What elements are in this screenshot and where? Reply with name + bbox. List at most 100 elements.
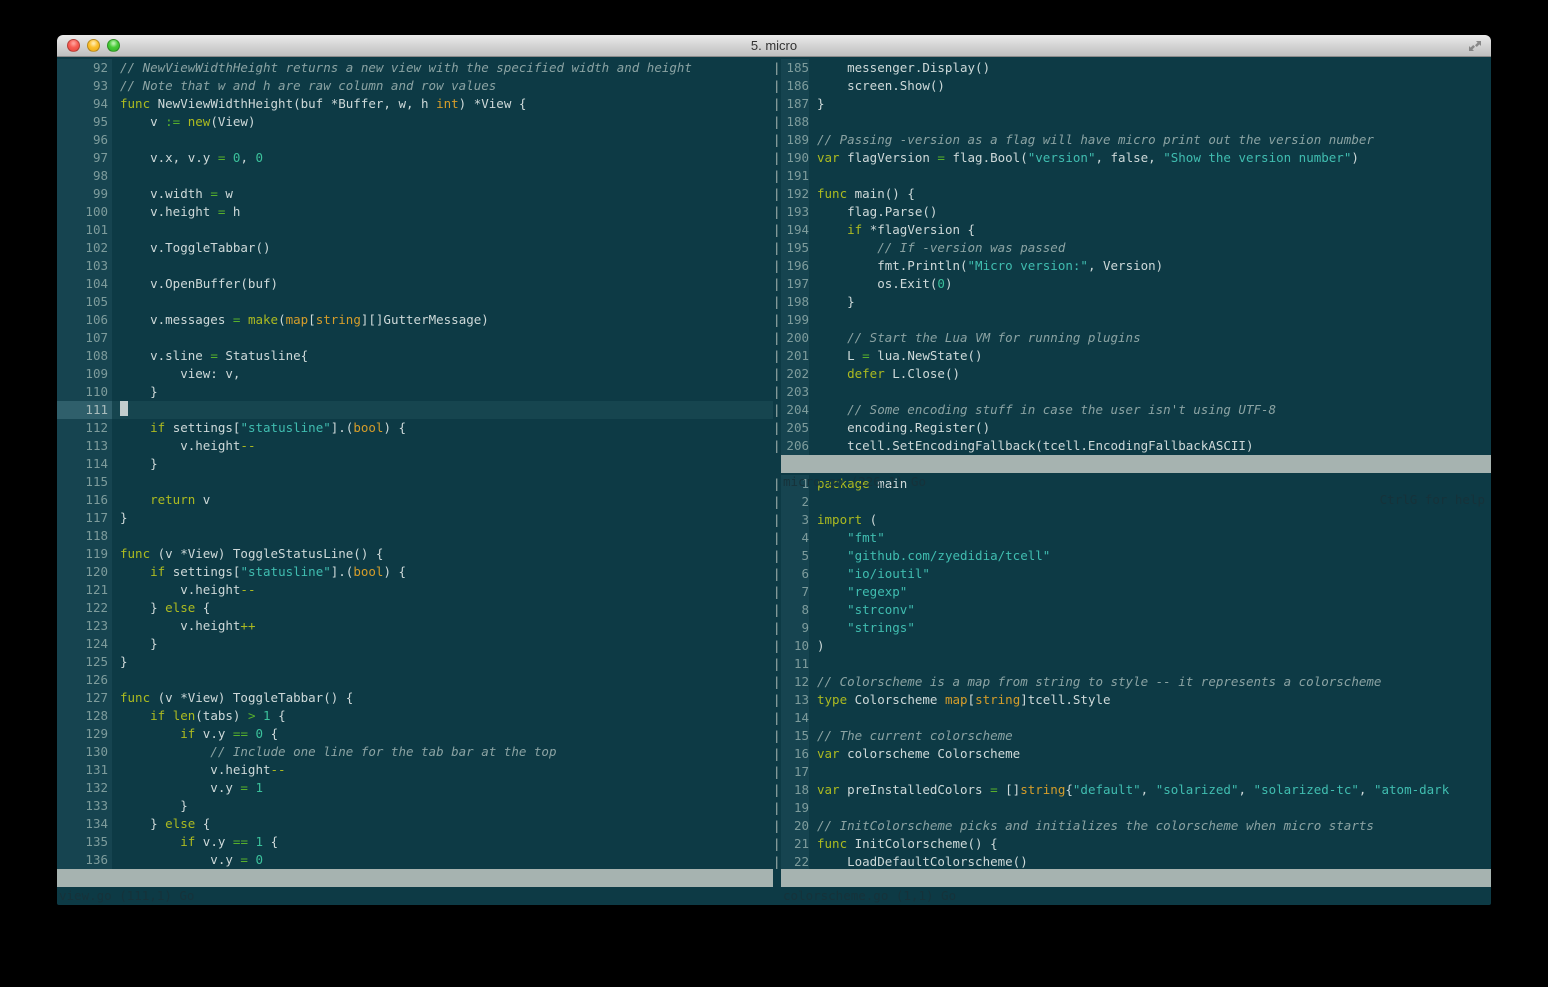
code-line[interactable]: |200 // Start the Lua VM for running plu… xyxy=(773,329,1491,347)
code-line[interactable]: |195 // If -version was passed xyxy=(773,239,1491,257)
code-text: } else { xyxy=(120,815,773,833)
code-line[interactable]: 116 return v xyxy=(57,491,773,509)
code-line[interactable]: |205 encoding.Register() xyxy=(773,419,1491,437)
split-divider: | xyxy=(773,185,781,203)
code-line[interactable]: |202 defer L.Close() xyxy=(773,365,1491,383)
code-line[interactable]: |203 xyxy=(773,383,1491,401)
code-line[interactable]: 112 if settings["statusline"].(bool) { xyxy=(57,419,773,437)
code-line[interactable]: 126 xyxy=(57,671,773,689)
code-line[interactable]: 111 xyxy=(57,401,773,419)
code-line[interactable]: 107 xyxy=(57,329,773,347)
split-divider: | xyxy=(773,419,781,437)
code-line[interactable]: 114 } xyxy=(57,455,773,473)
pane-micro-go[interactable]: |185 messenger.Display()|186 screen.Show… xyxy=(773,57,1491,455)
code-line[interactable]: 92// NewViewWidthHeight returns a new vi… xyxy=(57,59,773,77)
code-line[interactable]: 122 } else { xyxy=(57,599,773,617)
code-line[interactable]: |188 xyxy=(773,113,1491,131)
code-line[interactable]: 101 xyxy=(57,221,773,239)
code-line[interactable]: |4 "fmt" xyxy=(773,529,1491,547)
code-line[interactable]: |198 } xyxy=(773,293,1491,311)
code-line[interactable]: |185 messenger.Display() xyxy=(773,59,1491,77)
code-line[interactable]: |197 os.Exit(0) xyxy=(773,275,1491,293)
code-line[interactable]: 117} xyxy=(57,509,773,527)
code-line[interactable]: |18var preInstalledColors = []string{"de… xyxy=(773,781,1491,799)
code-line[interactable]: 134 } else { xyxy=(57,815,773,833)
code-line[interactable]: 104 v.OpenBuffer(buf) xyxy=(57,275,773,293)
code-line[interactable]: |16var colorscheme Colorscheme xyxy=(773,745,1491,763)
code-line[interactable]: 128 if len(tabs) > 1 { xyxy=(57,707,773,725)
code-line[interactable]: 136 v.y = 0 xyxy=(57,851,773,869)
code-line[interactable]: |19 xyxy=(773,799,1491,817)
code-line[interactable]: 103 xyxy=(57,257,773,275)
code-line[interactable]: 133 } xyxy=(57,797,773,815)
code-line[interactable]: |15// The current colorscheme xyxy=(773,727,1491,745)
code-line[interactable]: 120 if settings["statusline"].(bool) { xyxy=(57,563,773,581)
code-line[interactable]: |204 // Some encoding stuff in case the … xyxy=(773,401,1491,419)
code-line[interactable]: |187} xyxy=(773,95,1491,113)
code-line[interactable]: |206 tcell.SetEncodingFallback(tcell.Enc… xyxy=(773,437,1491,455)
code-line[interactable]: 100 v.height = h xyxy=(57,203,773,221)
code-line[interactable]: |9 "strings" xyxy=(773,619,1491,637)
code-line[interactable]: 130 // Include one line for the tab bar … xyxy=(57,743,773,761)
code-line[interactable]: 131 v.height-- xyxy=(57,761,773,779)
code-line[interactable]: 115 xyxy=(57,473,773,491)
code-line[interactable]: 118 xyxy=(57,527,773,545)
code-line[interactable]: 95 v := new(View) xyxy=(57,113,773,131)
code-line[interactable]: |17 xyxy=(773,763,1491,781)
code-line[interactable]: |5 "github.com/zyedidia/tcell" xyxy=(773,547,1491,565)
code-line[interactable]: |189// Passing -version as a flag will h… xyxy=(773,131,1491,149)
resize-arrows-icon[interactable] xyxy=(1467,38,1483,54)
code-line[interactable]: 96 xyxy=(57,131,773,149)
code-line[interactable]: |21func InitColorscheme() { xyxy=(773,835,1491,853)
code-line[interactable]: |193 flag.Parse() xyxy=(773,203,1491,221)
code-line[interactable]: |8 "strconv" xyxy=(773,601,1491,619)
code-line[interactable]: 119func (v *View) ToggleStatusLine() { xyxy=(57,545,773,563)
code-line[interactable]: 108 v.sline = Statusline{ xyxy=(57,347,773,365)
code-line[interactable]: 94func NewViewWidthHeight(buf *Buffer, w… xyxy=(57,95,773,113)
code-line[interactable]: |10) xyxy=(773,637,1491,655)
code-line[interactable]: |194 if *flagVersion { xyxy=(773,221,1491,239)
code-line[interactable]: |13type Colorscheme map[string]tcell.Sty… xyxy=(773,691,1491,709)
line-number: 92 xyxy=(57,59,112,77)
code-line[interactable]: |196 fmt.Println("Micro version:", Versi… xyxy=(773,257,1491,275)
code-line[interactable]: 129 if v.y == 0 { xyxy=(57,725,773,743)
code-line[interactable]: |192func main() { xyxy=(773,185,1491,203)
code-line[interactable]: 132 v.y = 1 xyxy=(57,779,773,797)
code-line[interactable]: |191 xyxy=(773,167,1491,185)
code-line[interactable]: 102 v.ToggleTabbar() xyxy=(57,239,773,257)
code-line[interactable]: |6 "io/ioutil" xyxy=(773,565,1491,583)
code-text: } xyxy=(120,635,773,653)
pane-view-go[interactable]: 92// NewViewWidthHeight returns a new vi… xyxy=(57,57,773,887)
code-line[interactable]: |199 xyxy=(773,311,1491,329)
code-line[interactable]: |14 xyxy=(773,709,1491,727)
split-divider: | xyxy=(773,547,781,565)
code-line[interactable]: |7 "regexp" xyxy=(773,583,1491,601)
code-line[interactable]: 99 v.width = w xyxy=(57,185,773,203)
code-line[interactable]: 127func (v *View) ToggleTabbar() { xyxy=(57,689,773,707)
code-line[interactable]: 113 v.height-- xyxy=(57,437,773,455)
line-number: 12 xyxy=(781,673,809,691)
code-text: if len(tabs) > 1 { xyxy=(120,707,773,725)
code-line[interactable]: |186 screen.Show() xyxy=(773,77,1491,95)
code-line[interactable]: 105 xyxy=(57,293,773,311)
code-line[interactable]: 135 if v.y == 1 { xyxy=(57,833,773,851)
code-line[interactable]: 121 v.height-- xyxy=(57,581,773,599)
code-line[interactable]: |12// Colorscheme is a map from string t… xyxy=(773,673,1491,691)
code-line[interactable]: 93// Note that w and h are raw column an… xyxy=(57,77,773,95)
code-line[interactable]: |190var flagVersion = flag.Bool("version… xyxy=(773,149,1491,167)
code-line[interactable]: 98 xyxy=(57,167,773,185)
code-line[interactable]: 124 } xyxy=(57,635,773,653)
code-line[interactable]: 97 v.x, v.y = 0, 0 xyxy=(57,149,773,167)
code-line[interactable]: |11 xyxy=(773,655,1491,673)
code-line[interactable]: 109 view: v, xyxy=(57,365,773,383)
code-line[interactable]: 106 v.messages = make(map[string][]Gutte… xyxy=(57,311,773,329)
code-line[interactable]: |3import ( xyxy=(773,511,1491,529)
code-line[interactable]: |201 L = lua.NewState() xyxy=(773,347,1491,365)
titlebar[interactable]: 5. micro xyxy=(57,35,1491,57)
code-line[interactable]: 123 v.height++ xyxy=(57,617,773,635)
code-line[interactable]: 125} xyxy=(57,653,773,671)
pane-colorscheme-go[interactable]: |1package main|2|3import (|4 "fmt"|5 "gi… xyxy=(773,473,1491,869)
code-line[interactable]: |22 LoadDefaultColorscheme() xyxy=(773,853,1491,869)
code-line[interactable]: 110 } xyxy=(57,383,773,401)
code-line[interactable]: |20// InitColorscheme picks and initiali… xyxy=(773,817,1491,835)
